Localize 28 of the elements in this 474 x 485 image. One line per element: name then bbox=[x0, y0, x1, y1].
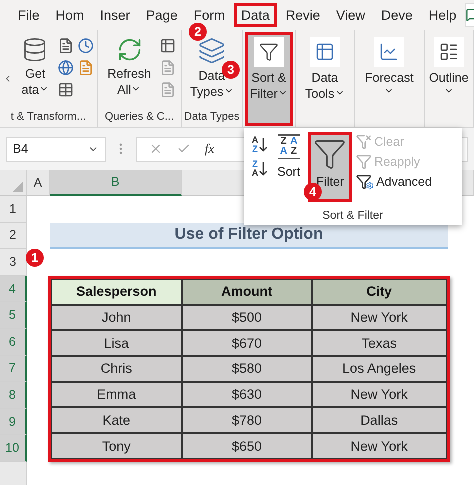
table-cell: Chris bbox=[51, 356, 182, 382]
table-cell: Los Angeles bbox=[312, 356, 447, 382]
table-cell: $630 bbox=[182, 382, 312, 408]
group-label: Data Types bbox=[183, 111, 241, 125]
table-header: Salesperson bbox=[51, 278, 182, 305]
table-cell: Tony bbox=[51, 433, 182, 459]
table-cell: $650 bbox=[182, 433, 312, 459]
table-cell: Kate bbox=[51, 407, 182, 434]
table-cell: New York bbox=[312, 304, 447, 330]
group-label: t & Transform... bbox=[10, 111, 88, 125]
table-cell: $580 bbox=[182, 356, 312, 382]
table-cell: $670 bbox=[182, 330, 312, 356]
table-cell: Emma bbox=[51, 382, 182, 408]
table-cell: Texas bbox=[312, 330, 447, 356]
step-badge: 2 bbox=[189, 23, 207, 41]
table-cell: John bbox=[51, 304, 182, 330]
table-cell: New York bbox=[312, 382, 447, 408]
group-label: Sort & Filter bbox=[322, 210, 384, 222]
table-header: Amount bbox=[182, 278, 312, 305]
function-label: fx bbox=[205, 141, 214, 157]
table-cell: New York bbox=[312, 433, 447, 459]
table-cell: Lisa bbox=[51, 330, 182, 356]
table-cell: $500 bbox=[182, 304, 312, 330]
table-cell: $780 bbox=[182, 407, 312, 434]
table-cell: Dallas bbox=[312, 407, 447, 434]
table-header: City bbox=[312, 278, 447, 305]
group-label: Queries & C... bbox=[104, 111, 176, 125]
sheet-title: Use of Filter Option bbox=[50, 222, 448, 250]
